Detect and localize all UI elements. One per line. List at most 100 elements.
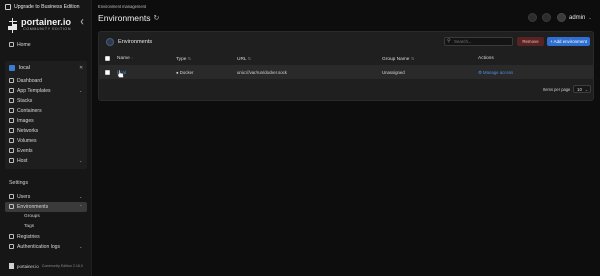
portainer-logo-icon [7,17,18,33]
docker-icon [9,64,15,71]
close-environment-icon[interactable]: ✕ [79,65,83,71]
sidebar-subitem-groups[interactable]: Groups [24,212,40,221]
sidebar-item-label: Authentication logs [17,243,61,250]
panel-title: Environments [106,36,152,47]
portainer-small-logo-icon [9,263,14,269]
row-type-label: Docker [179,70,194,75]
sort-icon: ↓ [131,56,134,60]
sidebar-item-label: App Templates [17,87,51,94]
refresh-icon[interactable]: ↻ [154,14,160,22]
sidebar-item-label: Volumes [17,137,37,144]
home-icon [9,42,14,47]
footer-brand: portainer.io [17,263,39,269]
breadcrumb: Environment management [98,4,147,9]
chevron-up-icon: ⌃ [79,204,83,209]
containers-icon [9,108,14,113]
sidebar-item-images[interactable]: Images [9,116,34,125]
collapse-sidebar-icon[interactable]: ❮ [80,19,84,25]
column-label: Type [176,57,187,62]
add-environment-button[interactable]: + Add environment [547,37,590,46]
notifications-icon[interactable] [542,13,551,22]
templates-icon [9,88,14,93]
logo-brand: portainer.io [21,17,72,28]
stacks-icon [9,98,14,103]
sidebar-item-label: Containers [17,107,42,114]
sidebar-item-environments[interactable]: Environments ⌃ [9,202,82,211]
chevron-down-icon: ⌄ [79,194,83,199]
networks-icon [9,128,14,133]
sidebar-footer: portainer.io Community Edition 2.16.0 [9,263,83,269]
sidebar-item-label: Stacks [17,97,33,104]
column-header-actions: Actions [478,56,494,61]
sidebar-item-users[interactable]: Users ⌄ [9,192,82,201]
events-icon [9,148,14,153]
sort-icon: ⇅ [410,57,414,61]
sidebar-item-label: Home [17,41,31,48]
host-icon [9,158,14,163]
sidebar-item-label: Registries [17,233,40,240]
sidebar-item-app-templates[interactable]: App Templates ⌄ [9,86,82,95]
sidebar-item-volumes[interactable]: Volumes [9,136,37,145]
page-title: Environments ↻ [98,13,159,23]
sort-icon: ⇅ [187,57,191,61]
column-header-url[interactable]: URL ⇅ [237,56,251,62]
sidebar-item-networks[interactable]: Networks [9,126,38,135]
images-icon [9,118,14,123]
manage-access-label: Manage access [483,70,514,75]
chevron-down-icon: ⌄ [588,15,592,20]
upgrade-label: Upgrade to Business Edition [14,3,80,10]
footer-version: Community Edition 2.16.0 [41,264,83,268]
column-label: Name [117,56,130,61]
chevron-down-icon: ⌄ [79,88,83,93]
sidebar-item-home[interactable]: Home [9,40,31,49]
sidebar-item-events[interactable]: Events [9,146,33,155]
sidebar-item-stacks[interactable]: Stacks [9,96,32,105]
panel-title-text: Environments [118,38,153,45]
items-per-page-value: 10 [577,86,582,92]
environments-icon [9,204,14,209]
sidebar-item-dashboard[interactable]: Dashboard [9,76,42,85]
logs-icon [9,244,14,249]
user-menu[interactable]: admin ⌄ [557,13,592,22]
environment-name: local [19,64,30,71]
sidebar-item-auth-logs[interactable]: Authentication logs ⌄ [9,242,82,251]
help-icon[interactable] [528,13,537,22]
row-type: ● Docker [176,70,193,75]
items-per-page-select[interactable]: 10 ⌄ [573,85,591,93]
table-row[interactable] [99,65,593,79]
column-label: URL [237,57,247,62]
chevron-down-icon: ⌄ [584,87,588,92]
upgrade-icon [5,3,11,10]
sidebar-item-label: Dashboard [17,77,42,84]
environment-header[interactable]: local ✕ [9,63,83,72]
portainer-logo[interactable]: portainer.io COMMUNITY EDITION [7,16,71,34]
sidebar-item-label: Environments [17,203,49,210]
items-per-page-label: Items per page [543,87,571,92]
upgrade-link[interactable]: Upgrade to Business Edition [5,2,79,11]
volumes-icon [9,138,14,143]
sort-icon: ⇅ [247,57,251,61]
sidebar-item-label: Images [17,117,34,124]
username: admin [569,14,586,21]
registries-icon [9,234,14,239]
environments-icon [106,37,114,46]
logo-edition: COMMUNITY EDITION [23,27,72,32]
sidebar-item-host[interactable]: Host ⌄ [9,156,82,165]
sidebar-item-label: Events [17,147,33,154]
sidebar-subitem-tags[interactable]: Tags [24,222,34,231]
row-manage-access-link[interactable]: ⚙ Manage access [478,70,513,76]
users-icon [9,194,14,199]
remove-button[interactable]: Remove [517,37,544,46]
sidebar-item-containers[interactable]: Containers [9,106,42,115]
chevron-down-icon: ⌄ [79,244,83,249]
column-header-name[interactable]: Name ↓ [117,56,133,61]
row-group: Unassigned [382,70,405,75]
column-header-type[interactable]: Type ⇅ [176,56,191,62]
column-header-group[interactable]: Group Name ⇅ [382,56,414,62]
search-input[interactable] [444,37,513,46]
sidebar-item-registries[interactable]: Registries [9,232,40,241]
row-checkbox[interactable] [105,70,110,75]
row-url: unix:///var/run/docker.sock [237,70,287,75]
select-all-checkbox[interactable] [105,56,110,61]
chevron-down-icon: ⌄ [79,158,83,163]
